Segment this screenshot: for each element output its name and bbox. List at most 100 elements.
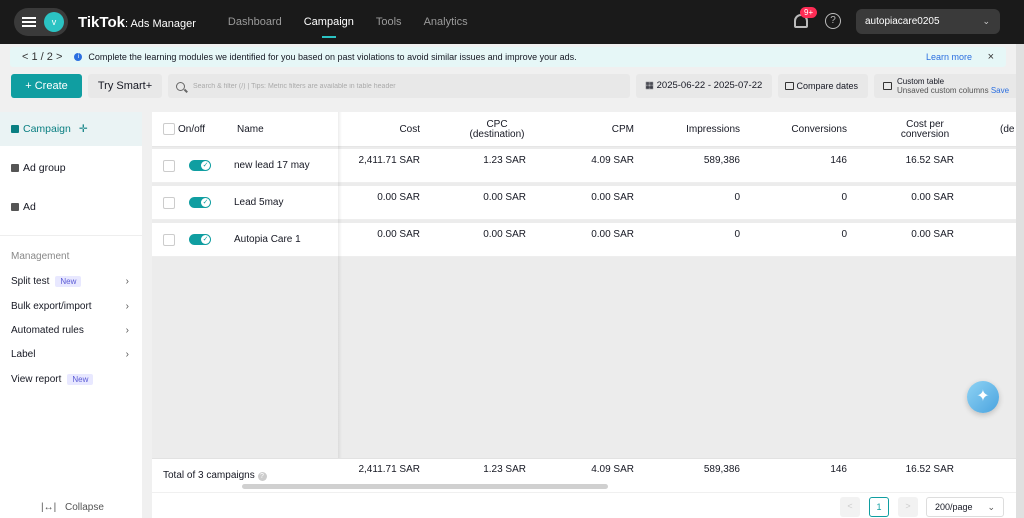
col-header-cpconv-line1: Cost per xyxy=(906,118,944,130)
nav-tab-analytics[interactable]: Analytics xyxy=(424,0,468,44)
main-nav-tabs: Dashboard Campaign Tools Analytics xyxy=(228,0,468,44)
campaign-toggle[interactable] xyxy=(189,197,211,208)
cell-cost: 0.00 SAR xyxy=(377,229,420,240)
total-cost-per-conversion: 16.52 SAR xyxy=(905,464,954,475)
col-header-conversions[interactable]: Conversions xyxy=(762,112,847,147)
try-smart-button[interactable]: Try Smart+ xyxy=(88,74,162,98)
learn-more-link[interactable]: Learn more xyxy=(926,52,972,62)
campaign-name[interactable]: Autopia Care 1 xyxy=(234,234,301,245)
sidebar-item-campaign[interactable]: Campaign ✛ xyxy=(0,112,142,146)
sidebar-item-ad[interactable]: Ad xyxy=(11,201,36,213)
custom-table-title: Custom table xyxy=(897,77,945,86)
chevron-right-icon: › xyxy=(125,276,129,287)
cell-cpc: 0.00 SAR xyxy=(483,229,526,240)
chevron-right-icon: › xyxy=(125,301,129,312)
campaign-toggle[interactable] xyxy=(189,160,211,171)
sidebar-item-ad-group[interactable]: Ad group xyxy=(11,162,66,174)
page-vertical-scrollbar[interactable] xyxy=(1016,44,1024,518)
campaign-table: On/off Name Cost CPC (destination) CPM I… xyxy=(152,112,1016,492)
col-header-cpc[interactable]: CPC (destination) xyxy=(452,112,542,147)
total-label: Total of 3 campaigns ? xyxy=(163,470,267,481)
total-cost: 2,411.71 SAR xyxy=(358,464,420,475)
sidebar: Campaign ✛ Ad group Ad Management Split … xyxy=(0,112,142,518)
next-page-button[interactable]: > xyxy=(898,497,918,517)
col-header-cpc-line2: (destination) xyxy=(469,128,525,140)
collapse-sidebar-button[interactable]: |↔| Collapse xyxy=(41,502,104,513)
date-range-picker[interactable]: ▦ 2025-06-22 - 2025-07-22 xyxy=(636,74,772,98)
total-cpm: 4.09 SAR xyxy=(591,464,634,475)
col-header-cpc-line1: CPC xyxy=(486,118,508,130)
info-icon: i xyxy=(74,53,83,61)
cell-cost: 0.00 SAR xyxy=(377,192,420,203)
sidebar-item-label-menu[interactable]: Label › xyxy=(11,349,129,360)
save-columns-link[interactable]: Save xyxy=(991,86,1009,95)
row-checkbox[interactable] xyxy=(163,197,175,209)
page-size-value: 200/page xyxy=(935,502,973,512)
date-range-value: 2025-06-22 - 2025-07-22 xyxy=(656,80,763,91)
question-icon[interactable]: ? xyxy=(257,472,267,481)
nav-tab-campaign[interactable]: Campaign xyxy=(304,0,354,44)
row-checkbox[interactable] xyxy=(163,234,175,246)
account-avatar: v xyxy=(44,12,64,32)
brand-name: TikTok xyxy=(78,13,125,31)
col-header-cpconv-line2: conversion xyxy=(900,128,950,140)
chevron-right-icon: › xyxy=(125,349,129,360)
new-badge: New xyxy=(55,276,82,287)
search-filter-bar[interactable] xyxy=(168,74,630,98)
tiktok-ads-logo[interactable]: TikTok: Ads Manager xyxy=(78,14,196,31)
account-switcher[interactable]: autopiacare0205 ⌄ xyxy=(856,9,1000,34)
sidebar-item-split-test[interactable]: Split test New › xyxy=(11,276,129,287)
help-icon[interactable]: ? xyxy=(825,13,841,29)
custom-table-subtitle: Unsaved custom columns xyxy=(897,86,989,95)
ad-group-icon xyxy=(11,164,19,172)
ai-assistant-sparkle-icon[interactable]: ✦ xyxy=(967,381,999,413)
prev-page-button[interactable]: < xyxy=(840,497,860,517)
cell-cpm: 0.00 SAR xyxy=(591,192,634,203)
cell-cost-per-conversion: 0.00 SAR xyxy=(911,229,954,240)
col-header-name[interactable]: Name xyxy=(237,112,264,147)
col-header-cost[interactable]: Cost xyxy=(352,112,420,147)
horizontal-scrollbar[interactable] xyxy=(242,484,608,489)
sidebar-item-automated-rules[interactable]: Automated rules › xyxy=(11,325,129,336)
col-header-extra[interactable]: (de xyxy=(1000,112,1014,147)
campaign-name[interactable]: new lead 17 may xyxy=(234,160,310,171)
total-cpc: 1.23 SAR xyxy=(483,464,526,475)
sidebar-item-bulk-export[interactable]: Bulk export/import › xyxy=(11,301,129,312)
hamburger-icon xyxy=(22,17,36,27)
main-menu-button[interactable]: v xyxy=(14,8,68,36)
cell-cost: 2,411.71 SAR xyxy=(358,155,420,166)
table-row[interactable]: Autopia Care 1 0.00 SAR 0.00 SAR 0.00 SA… xyxy=(152,223,1016,257)
folder-icon xyxy=(11,125,19,133)
nav-tab-dashboard[interactable]: Dashboard xyxy=(228,0,282,44)
chevron-down-icon: ⌄ xyxy=(987,502,995,512)
select-all-checkbox[interactable] xyxy=(163,123,175,135)
sidebar-item-label: Ad group xyxy=(23,162,66,174)
close-icon[interactable]: × xyxy=(988,51,994,63)
row-checkbox[interactable] xyxy=(163,160,175,172)
banner-message: Complete the learning modules we identif… xyxy=(88,52,577,62)
campaign-toggle[interactable] xyxy=(189,234,211,245)
compare-icon xyxy=(785,82,794,90)
compare-dates-button[interactable]: Compare dates xyxy=(778,74,868,98)
nav-tab-tools[interactable]: Tools xyxy=(376,0,402,44)
add-campaign-icon[interactable]: ✛ xyxy=(79,123,88,135)
col-header-cpm[interactable]: CPM xyxy=(572,112,634,147)
col-header-onoff[interactable]: On/off xyxy=(178,112,205,147)
sidebar-item-label: Split test xyxy=(11,276,50,287)
table-row[interactable]: new lead 17 may 2,411.71 SAR 1.23 SAR 4.… xyxy=(152,149,1016,183)
sidebar-item-label: Ad xyxy=(23,201,36,213)
sidebar-item-view-report[interactable]: View report New xyxy=(11,374,129,385)
banner-pager[interactable]: < 1 / 2 > xyxy=(22,51,62,63)
page-1-button[interactable]: 1 xyxy=(869,497,889,517)
pagination: < 1 > 200/page ⌄ xyxy=(152,493,1016,518)
search-input[interactable] xyxy=(193,82,613,90)
col-header-cost-per-conversion[interactable]: Cost per conversion xyxy=(882,112,968,147)
cell-cpc: 1.23 SAR xyxy=(483,155,526,166)
table-row[interactable]: Lead 5may 0.00 SAR 0.00 SAR 0.00 SAR 0 0… xyxy=(152,186,1016,220)
campaign-name[interactable]: Lead 5may xyxy=(234,197,283,208)
custom-table-button[interactable]: Custom table Unsaved custom columns Save xyxy=(874,74,1024,98)
create-button[interactable]: + Create xyxy=(11,74,82,98)
frozen-column-shadow xyxy=(338,112,342,492)
page-size-select[interactable]: 200/page ⌄ xyxy=(926,497,1004,517)
col-header-impressions[interactable]: Impressions xyxy=(652,112,740,147)
